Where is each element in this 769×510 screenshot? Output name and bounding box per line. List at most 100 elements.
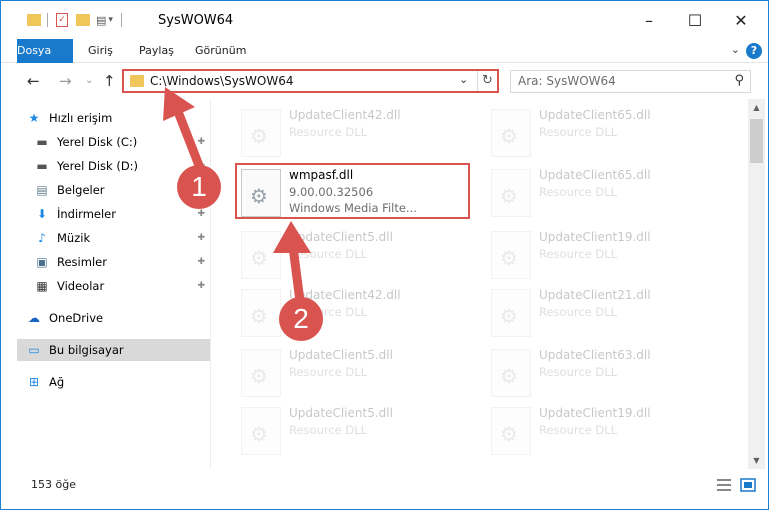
properties-icon[interactable]: ✓ bbox=[56, 13, 68, 27]
tab-home[interactable]: Giriş bbox=[76, 39, 125, 63]
refresh-button[interactable]: ↻ bbox=[477, 71, 497, 91]
file-type: Resource DLL bbox=[539, 365, 618, 379]
sidebar-item-label: İndirmeler bbox=[57, 207, 116, 221]
step-badge-2: 2 bbox=[279, 297, 323, 341]
sidebar-item-network[interactable]: ⊞ Ağ bbox=[25, 371, 219, 393]
dll-file-icon bbox=[491, 231, 531, 279]
separator bbox=[120, 13, 122, 27]
sidebar-item-pictures[interactable]: ▣ Resimler ✚ bbox=[33, 251, 211, 273]
file-name: UpdateClient5.dll bbox=[289, 406, 393, 420]
sidebar-item-this-pc[interactable]: ▭ Bu bilgisayar bbox=[17, 339, 210, 361]
close-button[interactable]: ✕ bbox=[718, 1, 764, 39]
status-bar: 153 öğe bbox=[1, 469, 768, 509]
file-name: UpdateClient19.dll bbox=[539, 230, 651, 244]
navigation-bar: ← → ⌄ ↑ C:\Windows\SysWOW64 ⌄ ↻ Ara: Sys… bbox=[1, 63, 768, 99]
dll-file-icon bbox=[491, 109, 531, 157]
dll-file-icon bbox=[491, 407, 531, 455]
file-item[interactable]: UpdateClient21.dll Resource DLL bbox=[485, 285, 720, 341]
minimize-button[interactable]: – bbox=[626, 1, 672, 39]
file-type: Resource DLL bbox=[289, 423, 368, 437]
file-item-highlighted[interactable]: wmpasf.dll 9.00.00.32506 Windows Media F… bbox=[235, 163, 470, 219]
sidebar-item-label: OneDrive bbox=[49, 311, 104, 325]
back-button[interactable]: ← bbox=[27, 72, 40, 90]
quick-access-toolbar: ✓ ▤ ▾ bbox=[27, 11, 122, 29]
vertical-scrollbar[interactable]: ▲ ▼ bbox=[748, 99, 765, 469]
explorer-window: ✓ ▤ ▾ SysWOW64 – ☐ ✕ Dosya Giriş Paylaş … bbox=[0, 0, 769, 510]
file-item[interactable]: UpdateClient65.dll Resource DLL bbox=[485, 105, 720, 161]
drive-icon: ▬ bbox=[36, 159, 48, 173]
details-view-icon[interactable] bbox=[716, 478, 732, 492]
scroll-down-icon[interactable]: ▼ bbox=[748, 452, 765, 469]
file-item[interactable]: UpdateClient19.dll Resource DLL bbox=[485, 227, 720, 283]
sidebar-item-label: Videolar bbox=[57, 279, 105, 293]
file-type: Resource DLL bbox=[539, 185, 618, 199]
sidebar-item-label: Yerel Disk (D:) bbox=[57, 159, 139, 173]
tab-view[interactable]: Görünüm bbox=[183, 39, 258, 63]
cloud-icon: ☁ bbox=[28, 311, 40, 325]
dll-file-icon bbox=[491, 169, 531, 217]
documents-icon: ▤ bbox=[36, 183, 48, 197]
step-badge-1: 1 bbox=[177, 165, 221, 209]
sidebar-item-videos[interactable]: ▦ Videolar ✚ bbox=[33, 275, 211, 297]
file-type: Resource DLL bbox=[539, 247, 618, 261]
folder-icon[interactable] bbox=[27, 14, 41, 26]
sidebar-item-label: Resimler bbox=[57, 255, 107, 269]
file-name: UpdateClient21.dll bbox=[539, 288, 651, 302]
pin-icon[interactable]: ✚ bbox=[197, 281, 205, 291]
large-icons-view-icon[interactable] bbox=[740, 478, 756, 492]
up-button[interactable]: ↑ bbox=[103, 72, 116, 90]
search-icon[interactable]: ⚲ bbox=[734, 73, 744, 88]
chevron-down-icon[interactable]: ▾ bbox=[108, 15, 113, 25]
file-item[interactable]: UpdateClient5.dll Resource DLL bbox=[235, 345, 470, 401]
separator bbox=[47, 13, 48, 27]
customize-icon[interactable]: ▤ bbox=[96, 14, 106, 27]
sidebar-item-label: Ağ bbox=[49, 375, 65, 389]
star-icon: ★ bbox=[28, 111, 40, 125]
dll-file-icon bbox=[241, 109, 281, 157]
ribbon-expand-button[interactable]: ⌄ bbox=[731, 43, 740, 56]
file-item[interactable]: UpdateClient65.dll Resource DLL bbox=[485, 165, 720, 221]
video-icon: ▦ bbox=[36, 279, 48, 293]
sidebar-item-music[interactable]: ♪ Müzik ✚ bbox=[33, 227, 211, 249]
file-type: Resource DLL bbox=[539, 125, 618, 139]
pin-icon[interactable]: ✚ bbox=[197, 209, 205, 219]
computer-icon: ▭ bbox=[28, 343, 40, 357]
sidebar-item-label: Belgeler bbox=[57, 183, 105, 197]
download-icon: ⬇ bbox=[36, 207, 48, 221]
file-item[interactable]: UpdateClient5.dll Resource DLL bbox=[235, 403, 470, 459]
file-name: UpdateClient42.dll bbox=[289, 108, 401, 122]
file-name: UpdateClient65.dll bbox=[539, 108, 651, 122]
maximize-button[interactable]: ☐ bbox=[672, 1, 718, 39]
search-box[interactable]: Ara: SysWOW64 ⚲ bbox=[510, 70, 751, 93]
file-type: Resource DLL bbox=[539, 423, 618, 437]
sidebar-item-label: Hızlı erişim bbox=[49, 111, 113, 125]
help-button[interactable]: ? bbox=[746, 43, 762, 59]
title-bar: ✓ ▤ ▾ SysWOW64 – ☐ ✕ bbox=[1, 1, 768, 39]
sidebar-item-label: Yerel Disk (C:) bbox=[57, 135, 138, 149]
scrollbar-thumb[interactable] bbox=[750, 119, 763, 163]
file-type: Resource DLL bbox=[289, 125, 368, 139]
music-icon: ♪ bbox=[38, 231, 46, 245]
dll-file-icon bbox=[491, 349, 531, 397]
file-item[interactable]: UpdateClient42.dll Resource DLL bbox=[235, 105, 470, 161]
file-item[interactable]: UpdateClient63.dll Resource DLL bbox=[485, 345, 720, 401]
window-title: SysWOW64 bbox=[158, 13, 234, 28]
file-type: Resource DLL bbox=[289, 365, 368, 379]
pin-icon[interactable]: ✚ bbox=[197, 233, 205, 243]
pin-icon[interactable]: ✚ bbox=[197, 257, 205, 267]
tab-share[interactable]: Paylaş bbox=[127, 39, 186, 63]
file-item[interactable]: UpdateClient19.dll Resource DLL bbox=[485, 403, 720, 459]
search-input[interactable]: Ara: SysWOW64 bbox=[518, 74, 616, 88]
address-dropdown-button[interactable]: ⌄ bbox=[459, 73, 468, 86]
file-version: 9.00.00.32506 bbox=[289, 185, 374, 199]
drive-icon: ▬ bbox=[36, 135, 48, 149]
sidebar-item-downloads[interactable]: ⬇ İndirmeler ✚ bbox=[33, 203, 211, 225]
file-type: Resource DLL bbox=[539, 305, 618, 319]
pictures-icon: ▣ bbox=[36, 255, 48, 269]
network-icon: ⊞ bbox=[28, 375, 40, 389]
recent-locations-button[interactable]: ⌄ bbox=[85, 75, 93, 86]
scroll-up-icon[interactable]: ▲ bbox=[748, 99, 765, 116]
sidebar-item-onedrive[interactable]: ☁ OneDrive bbox=[25, 307, 219, 329]
forward-button[interactable]: → bbox=[59, 72, 72, 90]
new-folder-icon[interactable] bbox=[76, 14, 90, 26]
